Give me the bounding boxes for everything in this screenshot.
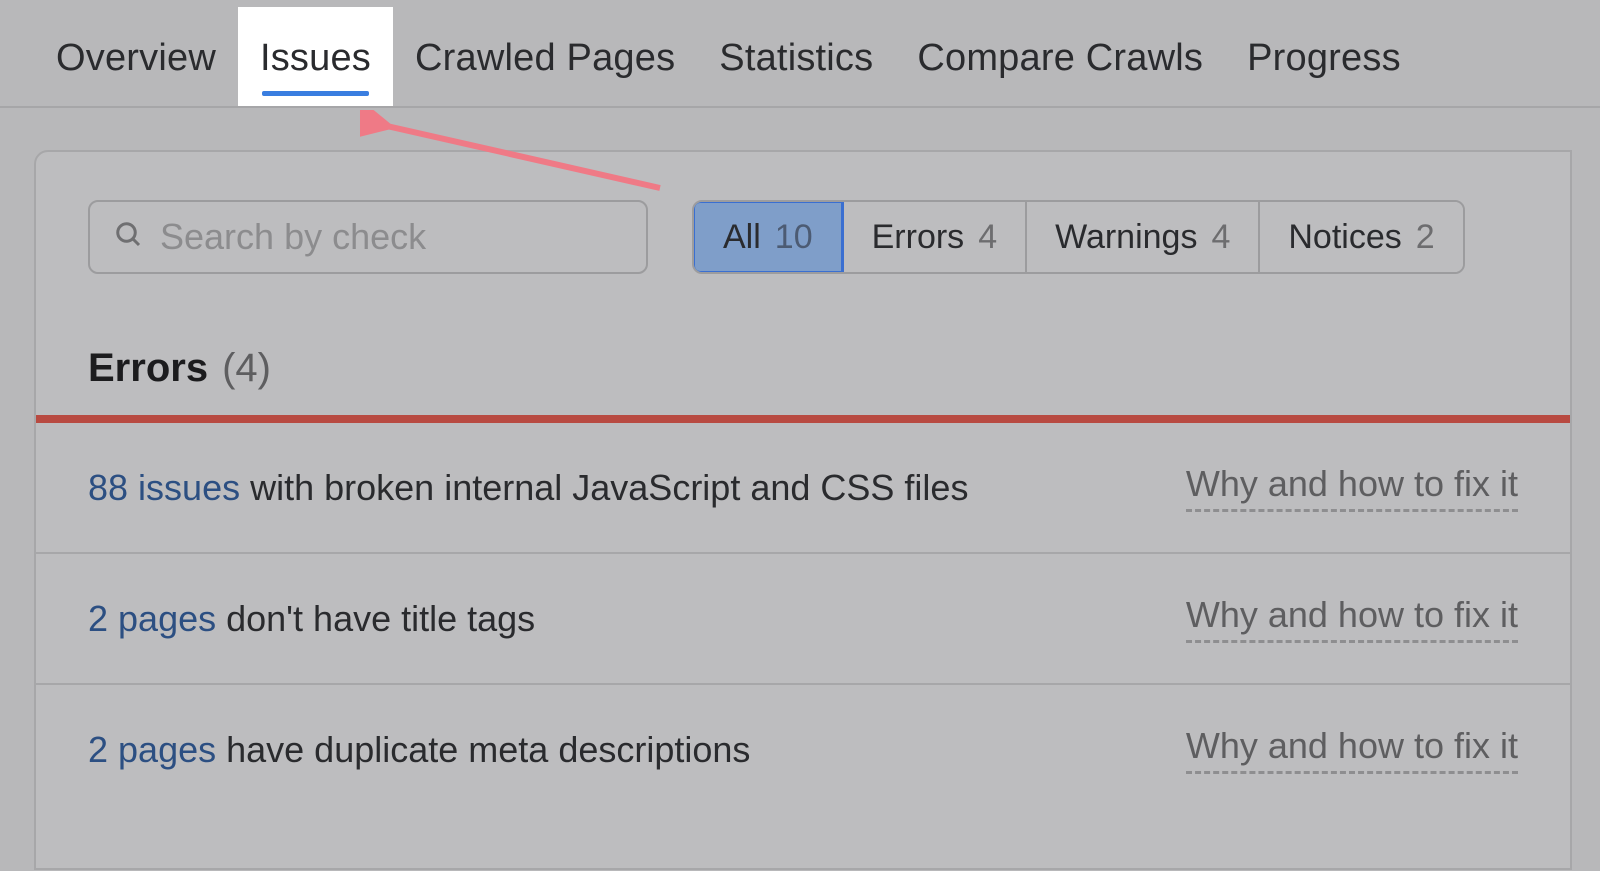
tab-progress[interactable]: Progress xyxy=(1225,7,1423,106)
issue-row[interactable]: 2 pages don't have title tags Why and ho… xyxy=(36,554,1570,685)
issue-description: don't have title tags xyxy=(226,598,535,640)
filter-all[interactable]: All 10 xyxy=(692,200,844,274)
section-title: Errors xyxy=(88,346,208,391)
tab-crawled-pages[interactable]: Crawled Pages xyxy=(393,7,697,106)
issue-count-link[interactable]: 2 pages xyxy=(88,598,216,640)
issue-row[interactable]: 88 issues with broken internal JavaScrip… xyxy=(36,423,1570,554)
filter-count: 10 xyxy=(775,218,813,257)
search-input[interactable] xyxy=(160,216,622,258)
filter-group: All 10 Errors 4 Warnings 4 Notices 2 xyxy=(692,200,1465,274)
filter-label: Notices xyxy=(1288,218,1401,257)
search-field[interactable] xyxy=(88,200,648,274)
issues-panel: All 10 Errors 4 Warnings 4 Notices 2 Err… xyxy=(34,150,1572,870)
section-header-errors: Errors (4) xyxy=(36,274,1570,415)
filter-label: Errors xyxy=(872,218,965,257)
filter-notices[interactable]: Notices 2 xyxy=(1260,202,1462,272)
issue-description: with broken internal JavaScript and CSS … xyxy=(250,467,968,509)
filter-warnings[interactable]: Warnings 4 xyxy=(1027,202,1260,272)
filter-count: 4 xyxy=(978,218,997,257)
search-icon xyxy=(114,220,144,255)
toolbar-row: All 10 Errors 4 Warnings 4 Notices 2 xyxy=(36,200,1570,274)
issue-description: have duplicate meta descriptions xyxy=(226,729,750,771)
issue-row[interactable]: 2 pages have duplicate meta descriptions… xyxy=(36,685,1570,814)
filter-count: 2 xyxy=(1416,218,1435,257)
section-accent-bar xyxy=(36,415,1570,423)
filter-label: All xyxy=(723,218,761,257)
section-count: (4) xyxy=(222,346,271,391)
fix-link[interactable]: Why and how to fix it xyxy=(1186,594,1518,643)
main-tabbar: Overview Issues Crawled Pages Statistics… xyxy=(0,0,1600,108)
filter-errors[interactable]: Errors 4 xyxy=(844,202,1027,272)
fix-link[interactable]: Why and how to fix it xyxy=(1186,463,1518,512)
issue-count-link[interactable]: 2 pages xyxy=(88,729,216,771)
filter-count: 4 xyxy=(1211,218,1230,257)
tab-overview[interactable]: Overview xyxy=(34,7,238,106)
filter-label: Warnings xyxy=(1055,218,1197,257)
issue-count-link[interactable]: 88 issues xyxy=(88,467,240,509)
fix-link[interactable]: Why and how to fix it xyxy=(1186,725,1518,774)
tab-issues[interactable]: Issues xyxy=(238,7,393,106)
tab-statistics[interactable]: Statistics xyxy=(697,7,895,106)
tab-compare-crawls[interactable]: Compare Crawls xyxy=(895,7,1225,106)
